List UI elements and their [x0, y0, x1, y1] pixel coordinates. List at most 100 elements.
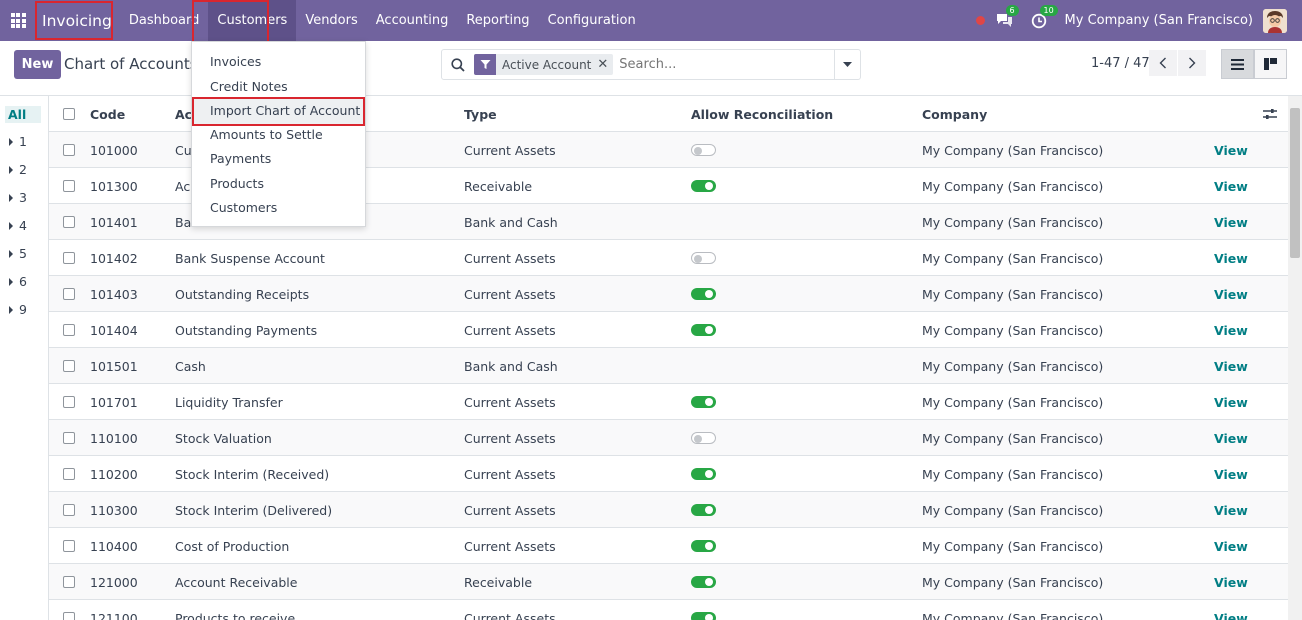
reconcile-toggle[interactable]	[691, 612, 716, 620]
menu-reporting[interactable]: Reporting	[457, 0, 538, 41]
pager-value[interactable]: 1-47 / 47	[1091, 56, 1150, 71]
row-checkbox[interactable]	[63, 324, 75, 336]
menu-accounting[interactable]: Accounting	[367, 0, 458, 41]
row-checkbox[interactable]	[63, 576, 75, 588]
scrollbar-thumb[interactable]	[1290, 108, 1300, 258]
reconcile-toggle[interactable]	[691, 252, 716, 264]
reconcile-toggle[interactable]	[691, 504, 716, 516]
menu-item-products[interactable]: Products	[210, 176, 264, 191]
pager-next-button[interactable]	[1178, 50, 1206, 76]
view-button[interactable]: View	[1214, 492, 1248, 528]
view-button[interactable]: View	[1214, 276, 1248, 312]
row-checkbox[interactable]	[63, 144, 75, 156]
apps-menu-icon[interactable]	[0, 0, 36, 41]
new-button[interactable]: New	[14, 50, 61, 79]
table-row[interactable]: 101404 Outstanding Payments Current Assets…	[49, 312, 1288, 348]
account-type: Current Assets	[464, 502, 556, 518]
row-checkbox[interactable]	[63, 360, 75, 372]
sidebar-group-1[interactable]: 1	[9, 134, 27, 149]
chat-icon[interactable]: 6	[995, 4, 1019, 31]
list-view-button[interactable]	[1221, 49, 1254, 79]
reconcile-toggle[interactable]	[691, 396, 716, 408]
activity-clock-icon[interactable]: 10	[1029, 4, 1058, 31]
menu-item-payments[interactable]: Payments	[210, 151, 271, 166]
menu-item-invoices[interactable]: Invoices	[210, 54, 261, 69]
reconcile-toggle[interactable]	[691, 324, 716, 336]
reconcile-toggle[interactable]	[691, 180, 716, 192]
user-avatar[interactable]	[1263, 8, 1287, 33]
row-checkbox[interactable]	[63, 612, 75, 620]
company-switcher[interactable]: My Company (San Francisco)	[1065, 13, 1253, 28]
sidebar-group-3[interactable]: 3	[9, 190, 27, 205]
reconcile-toggle[interactable]	[691, 432, 716, 444]
list-scrollbar[interactable]	[1288, 96, 1302, 620]
row-checkbox[interactable]	[63, 432, 75, 444]
optional-columns-icon[interactable]	[1263, 96, 1277, 132]
row-checkbox[interactable]	[63, 216, 75, 228]
view-button[interactable]: View	[1214, 240, 1248, 276]
menu-vendors[interactable]: Vendors	[296, 0, 366, 41]
header-allow-reconciliation[interactable]: Allow Reconciliation	[691, 96, 833, 132]
table-row[interactable]: 110300 Stock Interim (Delivered) Current A…	[49, 492, 1288, 528]
search-options-toggle[interactable]	[834, 50, 860, 79]
view-button[interactable]: View	[1214, 168, 1248, 204]
sidebar-group-6[interactable]: 6	[9, 274, 27, 289]
caret-right-icon	[9, 249, 13, 258]
reconcile-cell	[691, 276, 716, 312]
header-type[interactable]: Type	[464, 96, 497, 132]
view-button[interactable]: View	[1214, 204, 1248, 240]
search-input[interactable]	[619, 57, 830, 72]
search-icon[interactable]	[442, 50, 474, 79]
menu-item-customers[interactable]: Customers	[210, 200, 277, 215]
sidebar-item-all[interactable]: All	[5, 106, 41, 123]
menu-item-credit-notes[interactable]: Credit Notes	[210, 79, 288, 94]
status-dot-icon[interactable]	[975, 16, 985, 25]
view-button[interactable]: View	[1214, 384, 1248, 420]
account-name: Cost of Production	[175, 538, 290, 554]
row-checkbox[interactable]	[63, 540, 75, 552]
reconcile-toggle[interactable]	[691, 288, 716, 300]
header-account[interactable]: Ac	[175, 96, 192, 132]
reconcile-toggle[interactable]	[691, 468, 716, 480]
view-button[interactable]: View	[1214, 456, 1248, 492]
table-row[interactable]: 110200 Stock Interim (Received) Current As…	[49, 456, 1288, 492]
table-row[interactable]: 101403 Outstanding Receipts Current Assets…	[49, 276, 1288, 312]
facet-remove-icon[interactable]: ✕	[597, 57, 613, 72]
view-button[interactable]: View	[1214, 564, 1248, 600]
table-row[interactable]: 101402 Bank Suspense Account Current Asset…	[49, 240, 1288, 276]
view-button[interactable]: View	[1214, 420, 1248, 456]
row-checkbox[interactable]	[63, 288, 75, 300]
menu-configuration[interactable]: Configuration	[539, 0, 645, 41]
menu-item-amounts-to-settle[interactable]: Amounts to Settle	[210, 127, 323, 142]
kanban-view-button[interactable]	[1254, 49, 1287, 79]
table-row[interactable]: 110100 Stock Valuation Current Assets My Co…	[49, 420, 1288, 456]
view-button[interactable]: View	[1214, 132, 1248, 168]
view-button[interactable]: View	[1214, 600, 1248, 620]
header-code[interactable]: Code	[90, 96, 125, 132]
reconcile-toggle[interactable]	[691, 540, 716, 552]
view-button[interactable]: View	[1214, 348, 1248, 384]
table-row[interactable]: 110400 Cost of Production Current Assets My…	[49, 528, 1288, 564]
view-button[interactable]: View	[1214, 312, 1248, 348]
row-checkbox[interactable]	[63, 468, 75, 480]
header-company[interactable]: Company	[922, 96, 987, 132]
pager-previous-button[interactable]	[1149, 50, 1177, 76]
account-type: Current Assets	[464, 322, 556, 338]
sidebar-group-2[interactable]: 2	[9, 162, 27, 177]
sidebar-group-9[interactable]: 9	[9, 302, 27, 317]
select-all-checkbox[interactable]	[63, 108, 75, 120]
table-row[interactable]: 121000 Account Receivable Receivable My Com…	[49, 564, 1288, 600]
table-row[interactable]: 101701 Liquidity Transfer Current Assets My…	[49, 384, 1288, 420]
reconcile-toggle[interactable]	[691, 576, 716, 588]
sidebar-group-5[interactable]: 5	[9, 246, 27, 261]
sidebar-group-4[interactable]: 4	[9, 218, 27, 233]
row-checkbox[interactable]	[63, 252, 75, 264]
reconcile-toggle[interactable]	[691, 144, 716, 156]
view-button[interactable]: View	[1214, 528, 1248, 564]
menu-item-import-chart-of-account[interactable]: Import Chart of Account	[210, 103, 360, 118]
table-row[interactable]: 101501 Cash Bank and Cash My Company (San F…	[49, 348, 1288, 384]
table-row[interactable]: 121100 Products to receive Current Assets M…	[49, 600, 1288, 620]
row-checkbox[interactable]	[63, 504, 75, 516]
row-checkbox[interactable]	[63, 396, 75, 408]
row-checkbox[interactable]	[63, 180, 75, 192]
